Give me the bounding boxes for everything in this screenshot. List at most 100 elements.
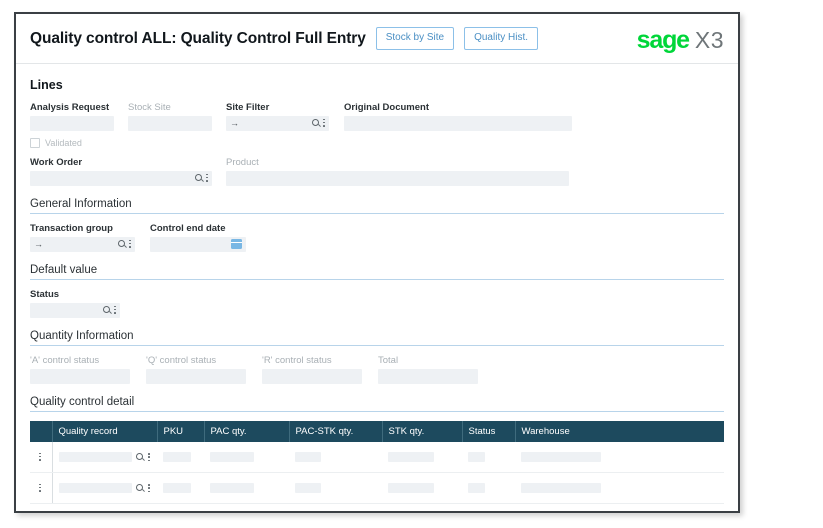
column-header-pku[interactable]: PKU bbox=[157, 421, 204, 442]
column-header-status[interactable]: Status bbox=[462, 421, 515, 442]
cell-pku[interactable] bbox=[157, 473, 204, 504]
product-input[interactable] bbox=[226, 171, 569, 186]
field-product: Product bbox=[226, 157, 586, 186]
pac-stk-qty-value[interactable] bbox=[295, 483, 321, 493]
cell-quality-record[interactable] bbox=[52, 473, 157, 504]
site-filter-input[interactable]: → bbox=[226, 116, 329, 131]
status-tools bbox=[103, 305, 117, 314]
cell-pac-qty[interactable] bbox=[204, 473, 289, 504]
more-options-icon[interactable] bbox=[323, 118, 326, 127]
stock-by-site-button[interactable]: Stock by Site bbox=[376, 27, 454, 50]
validated-label: Validated bbox=[45, 138, 82, 148]
more-options-icon[interactable] bbox=[114, 305, 117, 314]
a-control-status-input[interactable] bbox=[30, 369, 130, 384]
work-order-label: Work Order bbox=[30, 157, 226, 168]
field-a-control-status: 'A' control status bbox=[30, 355, 146, 384]
transaction-group-input[interactable]: → bbox=[30, 237, 135, 252]
column-header-quality-record[interactable]: Quality record bbox=[52, 421, 157, 442]
validated-checkbox-row[interactable]: Validated bbox=[30, 138, 724, 148]
analysis-request-input[interactable] bbox=[30, 116, 114, 131]
pku-value[interactable] bbox=[163, 452, 191, 462]
search-icon[interactable] bbox=[312, 119, 320, 127]
row-menu-cell[interactable] bbox=[30, 473, 52, 504]
cell-stk-qty[interactable] bbox=[382, 442, 462, 473]
cell-stk-qty[interactable] bbox=[382, 473, 462, 504]
row-menu-icon[interactable] bbox=[39, 452, 42, 461]
cell-pku[interactable] bbox=[157, 442, 204, 473]
quality-hist-button[interactable]: Quality Hist. bbox=[464, 27, 538, 50]
row-menu-cell[interactable] bbox=[30, 442, 52, 473]
control-end-date-input[interactable] bbox=[150, 237, 246, 252]
cell-pac-qty[interactable] bbox=[204, 442, 289, 473]
pku-value[interactable] bbox=[163, 483, 191, 493]
more-options-icon[interactable] bbox=[129, 239, 132, 248]
total-label: Total bbox=[378, 355, 494, 366]
column-header-stk-qty[interactable]: STK qty. bbox=[382, 421, 462, 442]
original-document-label: Original Document bbox=[344, 102, 584, 113]
table-header-row: Quality record PKU PAC qty. PAC-STK qty.… bbox=[30, 421, 724, 442]
table-row[interactable] bbox=[30, 473, 724, 504]
work-order-input[interactable] bbox=[30, 171, 212, 186]
status-value[interactable] bbox=[468, 483, 485, 493]
site-filter-tools bbox=[312, 118, 326, 127]
more-options-icon[interactable] bbox=[148, 484, 151, 493]
page-content: Lines Analysis Request Stock Site Site F… bbox=[16, 64, 738, 504]
application-window: Quality control ALL: Quality Control Ful… bbox=[14, 12, 740, 513]
column-header-warehouse[interactable]: Warehouse bbox=[515, 421, 724, 442]
table-row[interactable] bbox=[30, 442, 724, 473]
validated-checkbox[interactable] bbox=[30, 138, 40, 148]
pac-qty-value[interactable] bbox=[210, 483, 254, 493]
quality-control-detail-table: Quality record PKU PAC qty. PAC-STK qty.… bbox=[30, 421, 724, 504]
field-stock-site: Stock Site bbox=[128, 102, 226, 131]
default-value-title: Default value bbox=[30, 264, 724, 276]
field-work-order: Work Order bbox=[30, 157, 226, 186]
search-icon[interactable] bbox=[136, 453, 144, 461]
status-label: Status bbox=[30, 289, 150, 300]
column-header-pac-stk-qty[interactable]: PAC-STK qty. bbox=[289, 421, 382, 442]
search-icon[interactable] bbox=[136, 484, 144, 492]
work-order-tools bbox=[195, 173, 209, 182]
original-document-input[interactable] bbox=[344, 116, 572, 131]
stk-qty-value[interactable] bbox=[388, 452, 434, 462]
field-site-filter: Site Filter → bbox=[226, 102, 344, 131]
status-value[interactable] bbox=[468, 452, 485, 462]
q-control-status-label: 'Q' control status bbox=[146, 355, 262, 366]
general-information-title: General Information bbox=[30, 198, 724, 210]
search-icon[interactable] bbox=[103, 306, 111, 314]
more-options-icon[interactable] bbox=[206, 173, 209, 182]
stk-qty-value[interactable] bbox=[388, 483, 434, 493]
cell-warehouse[interactable] bbox=[515, 442, 724, 473]
q-control-status-input[interactable] bbox=[146, 369, 246, 384]
row-menu-icon[interactable] bbox=[39, 483, 42, 492]
column-header-pac-qty[interactable]: PAC qty. bbox=[204, 421, 289, 442]
quantity-information-row: 'A' control status 'Q' control status 'R… bbox=[30, 355, 724, 384]
pac-stk-qty-value[interactable] bbox=[295, 452, 321, 462]
cell-warehouse[interactable] bbox=[515, 473, 724, 504]
r-control-status-input[interactable] bbox=[262, 369, 362, 384]
stock-site-input[interactable] bbox=[128, 116, 212, 131]
default-value-row: Status bbox=[30, 289, 724, 318]
quality-record-value[interactable] bbox=[59, 452, 133, 462]
pac-qty-value[interactable] bbox=[210, 452, 254, 462]
warehouse-value[interactable] bbox=[521, 483, 601, 493]
cell-status[interactable] bbox=[462, 442, 515, 473]
cell-pac-stk-qty[interactable] bbox=[289, 442, 382, 473]
search-icon[interactable] bbox=[195, 174, 203, 182]
field-q-control-status: 'Q' control status bbox=[146, 355, 262, 384]
cell-pac-stk-qty[interactable] bbox=[289, 473, 382, 504]
status-input[interactable] bbox=[30, 303, 120, 318]
lines-row-2: Work Order Product bbox=[30, 157, 724, 186]
field-transaction-group: Transaction group → bbox=[30, 223, 150, 252]
more-options-icon[interactable] bbox=[148, 453, 151, 462]
total-input[interactable] bbox=[378, 369, 478, 384]
quality-record-value[interactable] bbox=[59, 483, 133, 493]
search-icon[interactable] bbox=[118, 240, 126, 248]
field-control-end-date: Control end date bbox=[150, 223, 260, 252]
analysis-request-label: Analysis Request bbox=[30, 102, 128, 113]
cell-status[interactable] bbox=[462, 473, 515, 504]
arrow-right-icon: → bbox=[34, 240, 43, 249]
quantity-information-title: Quantity Information bbox=[30, 330, 724, 342]
warehouse-value[interactable] bbox=[521, 452, 601, 462]
calendar-icon[interactable] bbox=[231, 239, 242, 249]
cell-quality-record[interactable] bbox=[52, 442, 157, 473]
